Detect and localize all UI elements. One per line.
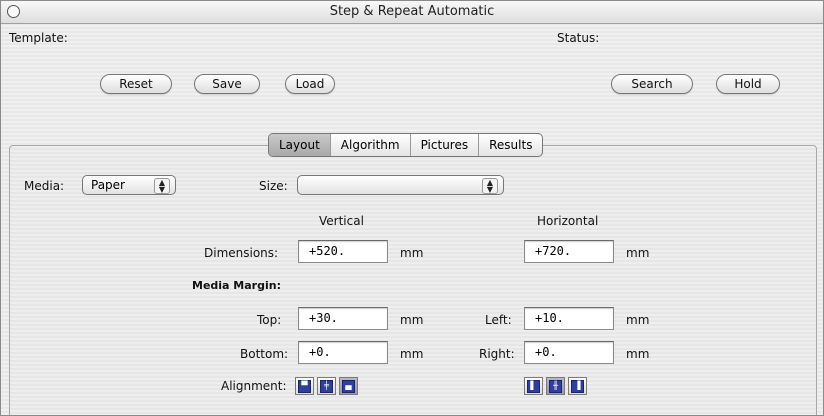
horizontal-header: Horizontal	[537, 214, 599, 228]
media-select-value: Paper	[91, 178, 125, 192]
media-margin-label: Media Margin:	[192, 279, 281, 292]
right-margin-unit: mm	[626, 347, 650, 361]
align-top-button[interactable]: ▀	[295, 377, 314, 395]
load-button[interactable]: Load	[285, 74, 335, 94]
alignment-label: Alignment:	[221, 379, 287, 393]
tab-pictures[interactable]: Pictures	[411, 134, 480, 156]
align-center-button[interactable]: ╫	[546, 377, 565, 395]
left-margin-field[interactable]: +10.	[524, 307, 614, 330]
right-margin-label: Right:	[479, 347, 515, 361]
vertical-header: Vertical	[319, 214, 364, 228]
template-label: Template:	[9, 31, 68, 45]
dimensions-label: Dimensions:	[204, 246, 279, 260]
vertical-alignment-group: ▀ ╪ ▄	[295, 377, 358, 395]
up-down-arrows-icon: ▲ ▼	[482, 178, 498, 194]
align-top-icon: ▀	[298, 379, 311, 393]
size-label: Size:	[259, 179, 288, 193]
dimensions-horizontal-unit: mm	[626, 246, 650, 260]
align-middle-button[interactable]: ╪	[317, 377, 336, 395]
media-select[interactable]: Paper ▲ ▼	[82, 175, 176, 195]
up-down-arrows-icon: ▲ ▼	[154, 178, 170, 194]
bottom-margin-label: Bottom:	[240, 347, 289, 361]
align-middle-icon: ╪	[320, 379, 333, 393]
align-left-button[interactable]: ▌	[524, 377, 543, 395]
tab-layout[interactable]: Layout	[269, 134, 331, 156]
tab-bar: Layout Algorithm Pictures Results	[268, 133, 544, 157]
dimensions-vertical-field[interactable]: +520.	[298, 240, 388, 263]
align-right-icon: ▐	[571, 379, 584, 393]
align-left-icon: ▌	[527, 379, 540, 393]
top-margin-unit: mm	[400, 313, 424, 327]
align-bottom-button[interactable]: ▄	[339, 377, 358, 395]
save-button[interactable]: Save	[194, 74, 260, 94]
step-repeat-window: Step & Repeat Automatic Template: Status…	[0, 0, 824, 416]
tab-results[interactable]: Results	[479, 134, 542, 156]
reset-button[interactable]: Reset	[100, 74, 172, 94]
title-bar: Step & Repeat Automatic	[1, 1, 823, 24]
size-select[interactable]: ▲ ▼	[297, 175, 504, 195]
align-bottom-icon: ▄	[342, 379, 355, 393]
right-margin-field[interactable]: +0.	[524, 341, 614, 364]
align-center-icon: ╫	[549, 379, 562, 393]
horizontal-alignment-group: ▌ ╫ ▐	[524, 377, 587, 395]
left-margin-unit: mm	[626, 313, 650, 327]
align-right-button[interactable]: ▐	[568, 377, 587, 395]
top-margin-label: Top:	[257, 313, 282, 327]
dimensions-horizontal-field[interactable]: +720.	[524, 240, 614, 263]
tab-algorithm[interactable]: Algorithm	[331, 134, 411, 156]
window-title: Step & Repeat Automatic	[329, 4, 495, 19]
media-label: Media:	[24, 179, 65, 193]
search-button[interactable]: Search	[611, 74, 693, 94]
bottom-margin-unit: mm	[400, 347, 424, 361]
dimensions-vertical-unit: mm	[400, 246, 424, 260]
status-label: Status:	[557, 31, 600, 45]
top-margin-field[interactable]: +30.	[298, 307, 388, 330]
left-margin-label: Left:	[485, 313, 512, 327]
hold-button[interactable]: Hold	[716, 74, 780, 94]
bottom-margin-field[interactable]: +0.	[298, 341, 388, 364]
